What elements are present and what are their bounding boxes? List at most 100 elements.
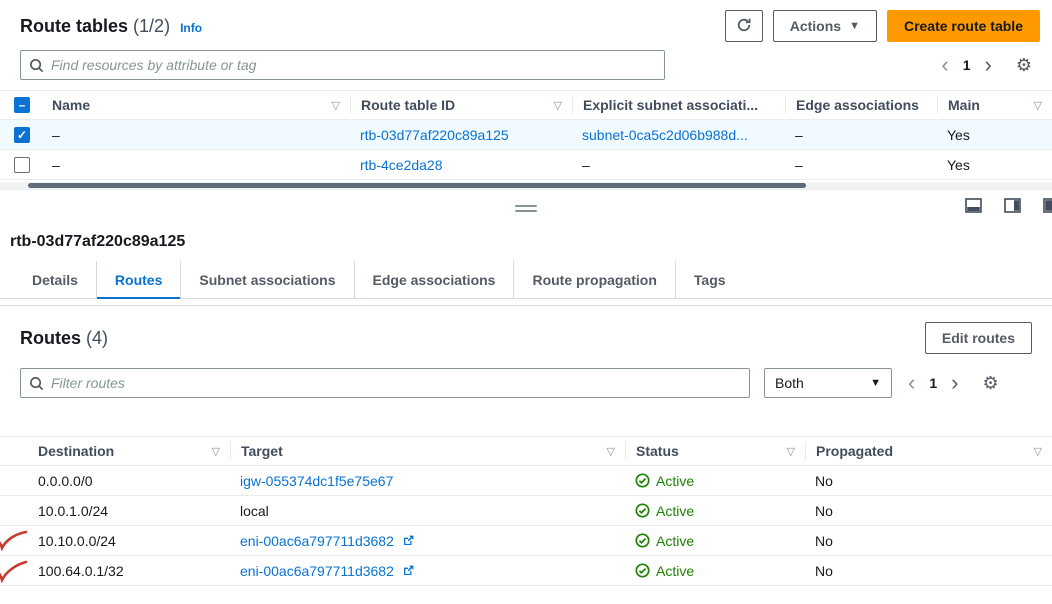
page-title-count: (1/2) — [133, 16, 170, 36]
panel-side-icon[interactable] — [1004, 198, 1021, 213]
info-link[interactable]: Info — [180, 21, 202, 35]
status-active: Active — [635, 563, 694, 579]
tab-details[interactable]: Details — [14, 261, 96, 298]
column-header-propagated[interactable]: Propagated▽ — [805, 442, 1052, 460]
cell-propagated: No — [805, 533, 1052, 549]
current-page[interactable]: 1 — [963, 57, 971, 73]
routes-table: Destination▽ Target▽ Status▽ Propagated▽… — [0, 436, 1052, 586]
column-header-edge-associations[interactable]: Edge associations — [785, 96, 937, 114]
cell-destination: 0.0.0.0/0 — [0, 473, 230, 489]
route-row[interactable]: 0.0.0.0/0 igw-055374dc1f5e75e67 Active N… — [0, 466, 1052, 496]
subnet-association-link[interactable]: subnet-0ca5c2d06b988d... — [582, 127, 748, 143]
filter-icon[interactable]: ▽ — [1034, 445, 1042, 458]
next-page-button[interactable]: › — [951, 373, 958, 393]
tab-routes[interactable]: Routes — [96, 261, 180, 298]
search-input[interactable] — [51, 51, 656, 79]
cell-destination: 100.64.0.1/32 — [0, 563, 230, 579]
filter-icon[interactable]: ▽ — [607, 445, 615, 458]
next-page-button[interactable]: › — [985, 55, 992, 75]
cell-subnet: – — [572, 157, 785, 173]
chevron-down-icon: ▼ — [849, 20, 860, 32]
target-link[interactable]: igw-055374dc1f5e75e67 — [240, 473, 393, 489]
target-link[interactable]: eni-00ac6a797711d3682 — [240, 563, 394, 579]
table-header-row: – Name▽ Route table ID▽ Explicit subnet … — [0, 90, 1052, 120]
actions-button[interactable]: Actions ▼ — [773, 10, 877, 42]
filter-icon[interactable]: ▽ — [212, 445, 220, 458]
cell-edge: – — [785, 127, 937, 143]
route-row[interactable]: 10.10.0.0/24 eni-00ac6a797711d3682 Activ… — [0, 526, 1052, 556]
create-route-table-button[interactable]: Create route table — [887, 10, 1040, 42]
filter-icon[interactable]: ▽ — [1034, 99, 1042, 112]
column-header-route-table-id[interactable]: Route table ID▽ — [350, 96, 572, 114]
tab-subnet-associations[interactable]: Subnet associations — [180, 261, 353, 298]
route-table-id-link[interactable]: rtb-03d77af220c89a125 — [360, 127, 509, 143]
detail-tabs: Details Routes Subnet associations Edge … — [0, 261, 1052, 299]
page-title: Route tables (1/2) — [20, 16, 170, 37]
settings-gear-icon[interactable]: ⚙ — [982, 373, 998, 394]
toolbar-row: ‹ 1 › ⚙ — [0, 42, 1052, 86]
cell-main: Yes — [937, 127, 1052, 143]
target-link[interactable]: eni-00ac6a797711d3682 — [240, 533, 394, 549]
route-row[interactable]: 10.0.1.0/24 local Active No — [0, 496, 1052, 526]
drag-handle-icon[interactable] — [515, 202, 537, 215]
current-page[interactable]: 1 — [929, 375, 937, 391]
status-check-icon — [635, 563, 650, 578]
edit-routes-label: Edit routes — [942, 330, 1015, 346]
table-row[interactable]: – rtb-4ce2da28 – – Yes — [0, 150, 1052, 180]
status-active: Active — [635, 533, 694, 549]
filter-icon[interactable]: ▽ — [554, 99, 562, 112]
refresh-icon — [736, 17, 752, 36]
routes-filter-row: Both ▼ ‹ 1 › ⚙ — [0, 354, 1052, 398]
horizontal-scrollbar-track[interactable] — [0, 182, 1052, 189]
panel-fullscreen-icon[interactable] — [1043, 198, 1052, 213]
cell-name: – — [42, 127, 350, 143]
check-icon: ✓ — [17, 129, 27, 141]
panel-layout-controls — [965, 198, 1052, 213]
target-local: local — [240, 503, 269, 519]
external-link-icon[interactable] — [402, 564, 415, 577]
detail-panel-title: rtb-03d77af220c89a125 — [0, 231, 1052, 261]
cell-propagated: No — [805, 503, 1052, 519]
settings-gear-icon[interactable]: ⚙ — [1016, 55, 1032, 76]
routes-card: Routes (4) Edit routes Both ▼ ‹ 1 › ⚙ De… — [0, 305, 1052, 586]
filter-icon[interactable]: ▽ — [332, 99, 340, 112]
prev-page-button[interactable]: ‹ — [908, 373, 915, 393]
route-tables-table: – Name▽ Route table ID▽ Explicit subnet … — [0, 90, 1052, 180]
tab-tags[interactable]: Tags — [675, 261, 744, 298]
tab-route-propagation[interactable]: Route propagation — [513, 261, 674, 298]
cell-edge: – — [785, 157, 937, 173]
horizontal-scrollbar-thumb[interactable] — [28, 183, 806, 188]
row-checkbox[interactable]: ✓ — [14, 127, 30, 143]
column-header-destination[interactable]: Destination▽ — [0, 442, 230, 460]
routes-pagination: ‹ 1 › ⚙ — [908, 373, 1007, 394]
column-header-target[interactable]: Target▽ — [230, 442, 625, 460]
table-row[interactable]: ✓ – rtb-03d77af220c89a125 subnet-0ca5c2d… — [0, 120, 1052, 150]
resource-search-box[interactable] — [20, 50, 665, 80]
routes-count: (4) — [86, 328, 108, 348]
refresh-button[interactable] — [725, 10, 763, 42]
split-panel-divider[interactable] — [0, 189, 1052, 231]
tab-edge-associations[interactable]: Edge associations — [354, 261, 514, 298]
indeterminate-dash-icon: – — [19, 99, 26, 111]
select-all-checkbox[interactable]: – — [14, 97, 30, 113]
filter-icon[interactable]: ▽ — [787, 445, 795, 458]
routes-filter-box[interactable] — [20, 368, 750, 398]
column-header-status[interactable]: Status▽ — [625, 442, 805, 460]
routes-filter-input[interactable] — [51, 369, 741, 397]
route-type-select[interactable]: Both ▼ — [764, 368, 892, 398]
external-link-icon[interactable] — [402, 534, 415, 547]
row-checkbox[interactable] — [14, 157, 30, 173]
status-active: Active — [635, 503, 694, 519]
column-header-main[interactable]: Main▽ — [937, 96, 1052, 114]
column-header-subnet-associations[interactable]: Explicit subnet associati... — [572, 96, 785, 114]
prev-page-button[interactable]: ‹ — [941, 55, 948, 75]
route-table-id-link[interactable]: rtb-4ce2da28 — [360, 157, 443, 173]
route-row[interactable]: 100.64.0.1/32 eni-00ac6a797711d3682 Acti… — [0, 556, 1052, 586]
edit-routes-button[interactable]: Edit routes — [925, 322, 1032, 354]
panel-bottom-icon[interactable] — [965, 198, 982, 213]
routes-header-row: Destination▽ Target▽ Status▽ Propagated▽ — [0, 436, 1052, 466]
search-icon — [29, 58, 44, 73]
column-header-name[interactable]: Name▽ — [42, 96, 350, 114]
cell-destination: 10.10.0.0/24 — [0, 533, 230, 549]
search-icon — [29, 376, 44, 391]
